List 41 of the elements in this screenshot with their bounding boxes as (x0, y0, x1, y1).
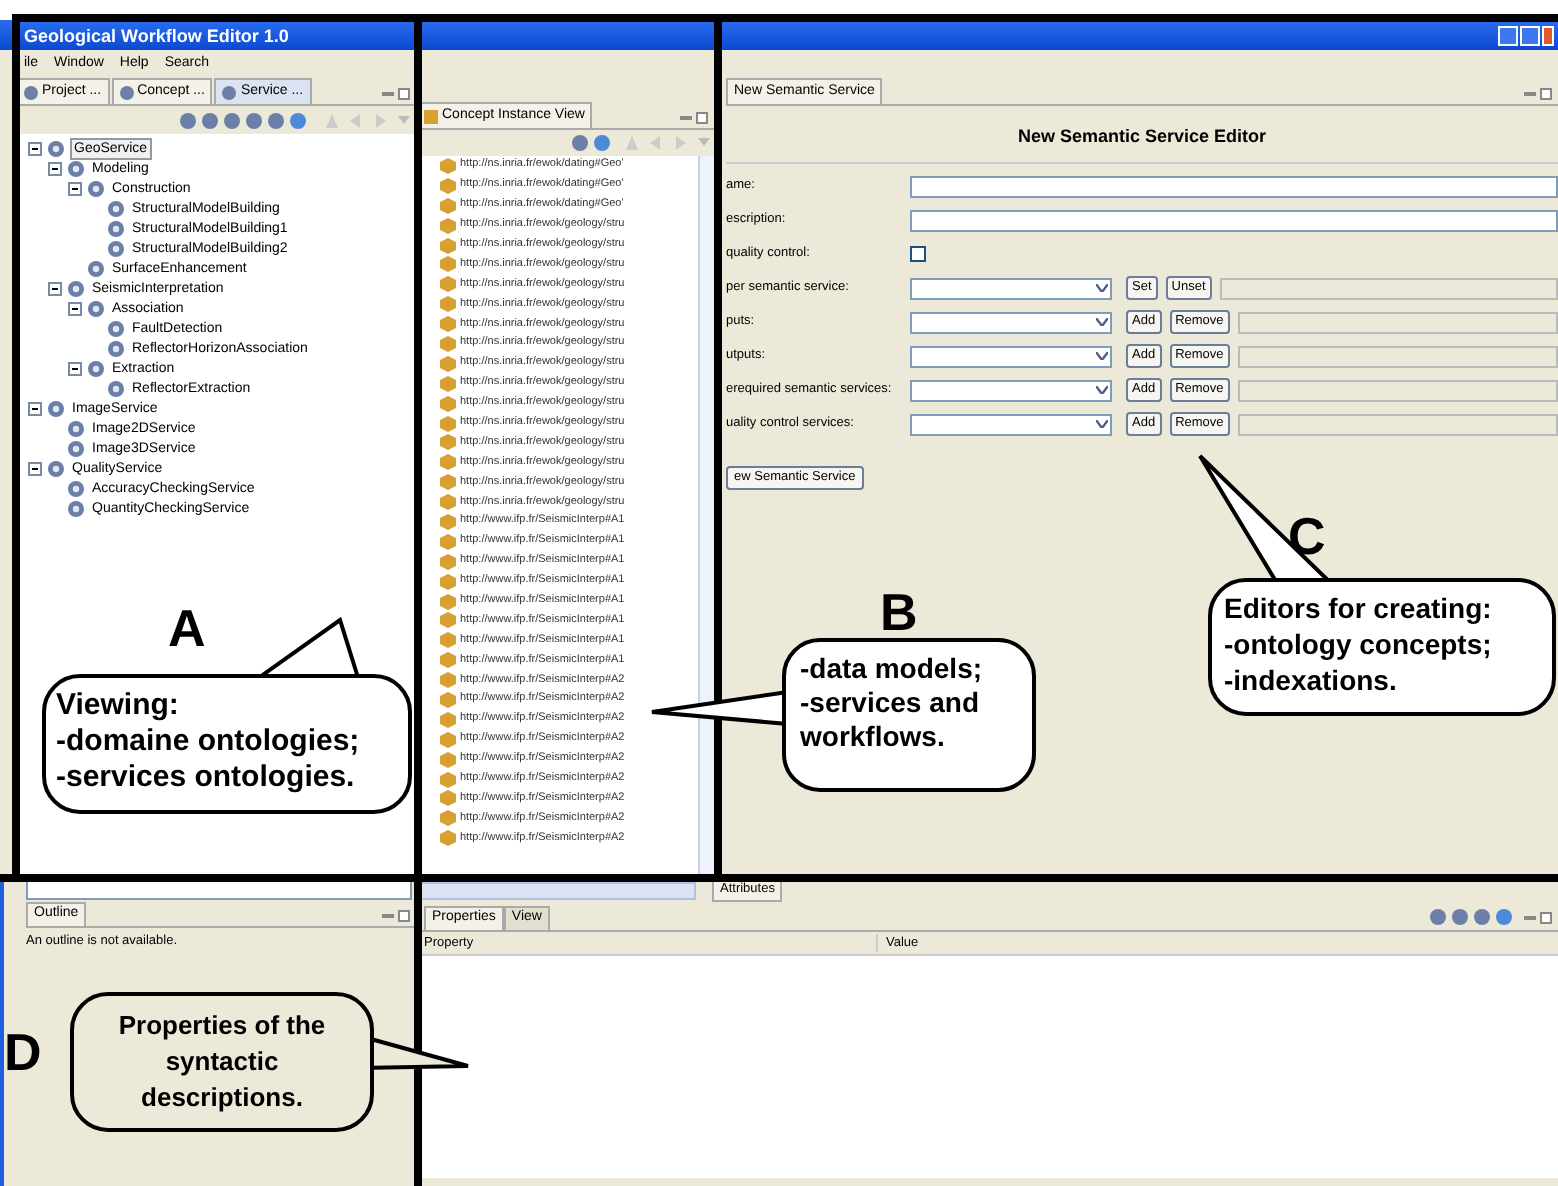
callout-text: -data models; -services and workflows. (800, 652, 983, 754)
callout-text: Properties of the syntactic descriptions. (116, 1008, 328, 1116)
checkbox[interactable] (910, 246, 926, 262)
input-field[interactable] (910, 175, 1558, 197)
collapse-icon[interactable] (68, 361, 82, 375)
input-field[interactable] (910, 209, 1558, 231)
editor-title: New Semantic Service Editor (1017, 126, 1267, 146)
scrollbar[interactable] (698, 156, 714, 876)
window-title: Geological Workflow Editor 1.0 (24, 25, 289, 45)
dropdown[interactable] (910, 311, 1112, 333)
collapse-icon[interactable] (28, 461, 42, 475)
callout-letter: D (4, 1024, 42, 1080)
minimize-maximize-icon[interactable] (382, 88, 410, 100)
callout-letter: A (168, 600, 206, 656)
collapse-icon[interactable] (28, 141, 42, 155)
callout-letter: C (1288, 508, 1326, 564)
dropdown[interactable] (910, 277, 1112, 299)
dropdown[interactable] (910, 413, 1112, 435)
chevron-down-icon (1096, 284, 1108, 292)
chevron-down-icon (1096, 420, 1108, 428)
dropdown[interactable] (910, 345, 1112, 367)
dropdown[interactable] (910, 379, 1112, 401)
window-controls-icon[interactable] (1498, 25, 1554, 45)
callout-letter: B (880, 584, 918, 640)
minimize-maximize-icon[interactable] (382, 910, 410, 922)
minimize-maximize-icon[interactable] (1524, 88, 1552, 100)
toolbar-icons[interactable] (1428, 908, 1516, 926)
toolbar-icons[interactable] (178, 111, 310, 129)
chevron-down-icon (1096, 318, 1108, 326)
chevron-down-icon (1096, 386, 1108, 394)
collapse-icon[interactable] (48, 161, 62, 175)
chevron-down-icon (1096, 352, 1108, 360)
callout-text: Viewing: -domaine ontologies; -services ontologies. (56, 688, 360, 796)
minimize-maximize-icon[interactable] (680, 112, 708, 124)
collapse-icon[interactable] (28, 401, 42, 415)
minimize-maximize-icon[interactable] (1524, 908, 1552, 926)
callout-text: Editors for creating: -ontology concepts; -indexations. (1224, 590, 1492, 698)
toolbar-icons[interactable] (570, 134, 614, 152)
collapse-icon[interactable] (48, 281, 62, 295)
collapse-icon[interactable] (68, 181, 82, 195)
collapse-icon[interactable] (68, 301, 82, 315)
